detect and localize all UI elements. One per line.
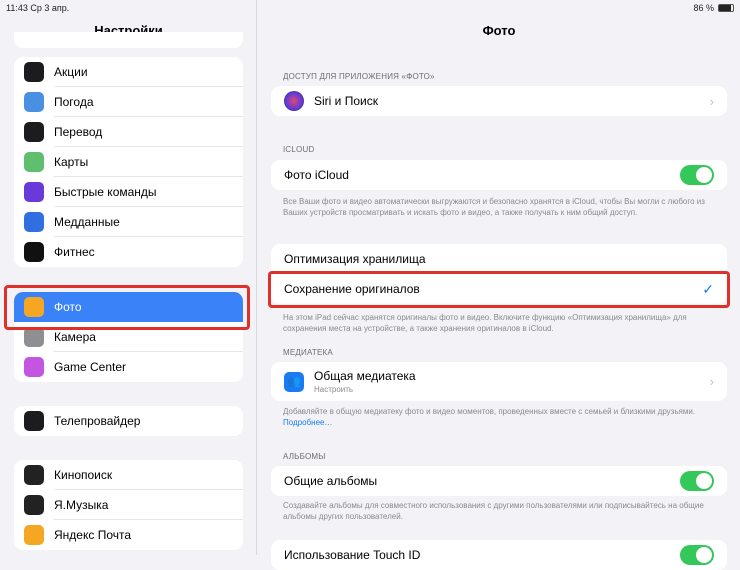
sidebar-item-weather[interactable]: Погода [14, 87, 243, 117]
shared-albums-toggle[interactable] [680, 471, 714, 491]
sidebar-item-kinopoisk[interactable]: Кинопоиск [14, 460, 243, 490]
shared-library-row[interactable]: 👥 Общая медиатека Настроить › [271, 362, 727, 401]
chevron-right-icon: › [710, 94, 714, 109]
fitness-icon [24, 242, 44, 262]
section-header-albums: АЛЬБОМЫ [283, 452, 326, 461]
partial-row [14, 32, 243, 48]
sidebar-item-label: Акции [54, 57, 243, 87]
siri-search-row[interactable]: Siri и Поиск › [271, 86, 727, 116]
shared-albums-label: Общие альбомы [284, 474, 377, 488]
sidebar-item-fitness[interactable]: Фитнес [14, 237, 243, 267]
tv-provider-icon [24, 411, 44, 431]
library-footer: Добавляйте в общую медиатеку фото и виде… [283, 407, 695, 416]
touch-id-label: Использование Touch ID [284, 548, 420, 562]
translate-icon [24, 122, 44, 142]
sidebar-group: Телепровайдер [14, 406, 243, 436]
sidebar-group: АкцииПогодаПереводКартыБыстрые командыМе… [14, 57, 243, 267]
sidebar: Настройки АкцииПогодаПереводКартыБыстрые… [0, 0, 257, 555]
yandex-music-icon [24, 495, 44, 515]
sidebar-item-maps[interactable]: Карты [14, 147, 243, 177]
icloud-photos-toggle[interactable] [680, 165, 714, 185]
kinopoisk-icon [24, 465, 44, 485]
section-header-access: ДОСТУП ДЛЯ ПРИЛОЖЕНИЯ «ФОТО» [283, 72, 435, 81]
stocks-icon [24, 62, 44, 82]
status-time: 11:43 Ср 3 апр. [6, 3, 69, 13]
status-time-value: 11:43 [6, 3, 28, 13]
yandex-mail-icon [24, 525, 44, 545]
sidebar-item-health-data[interactable]: Медданные [14, 207, 243, 237]
shared-albums-row: Общие альбомы [271, 466, 727, 496]
sidebar-item-yandex-music[interactable]: Я.Музыка [14, 490, 243, 520]
icloud-footer: Все Ваши фото и видео автоматически выгр… [283, 196, 713, 218]
highlight-box [4, 285, 250, 330]
sidebar-group: КинопоискЯ.МузыкаЯндекс Почта [14, 460, 243, 550]
sidebar-item-label: Фитнес [54, 237, 243, 267]
sidebar-item-label: Кинопоиск [54, 460, 243, 490]
health-data-icon [24, 212, 44, 232]
learn-more-link[interactable]: Подробнее… [283, 418, 333, 427]
sidebar-item-label: Я.Музыка [54, 490, 243, 520]
optimize-storage-option[interactable]: Оптимизация хранилища [271, 244, 727, 274]
sidebar-item-stocks[interactable]: Акции [14, 57, 243, 87]
weather-icon [24, 92, 44, 112]
sidebar-item-label: Яндекс Почта [54, 520, 243, 550]
status-date: Ср 3 апр. [30, 3, 69, 13]
sidebar-item-yandex-mail[interactable]: Яндекс Почта [14, 520, 243, 550]
sidebar-item-game-center[interactable]: Game Center [14, 352, 243, 382]
section-header-library: МЕДИАТЕКА [283, 348, 333, 357]
chevron-right-icon: › [710, 374, 714, 389]
sidebar-item-shortcuts[interactable]: Быстрые команды [14, 177, 243, 207]
photos-settings: Фото ДОСТУП ДЛЯ ПРИЛОЖЕНИЯ «ФОТО» Siri и… [258, 0, 740, 555]
icloud-photos-row: Фото iCloud [271, 160, 727, 190]
shared-library-sub: Настроить [314, 385, 416, 394]
shared-library-label: Общая медиатека [314, 369, 416, 383]
storage-footer: На этом iPad сейчас хранятся оригиналы ф… [283, 312, 713, 334]
camera-icon [24, 327, 44, 347]
siri-icon [284, 91, 304, 111]
sidebar-item-label: Game Center [54, 352, 243, 382]
sidebar-item-label: Телепровайдер [54, 406, 243, 436]
shortcuts-icon [24, 182, 44, 202]
siri-label: Siri и Поиск [314, 94, 378, 108]
sidebar-item-translate[interactable]: Перевод [14, 117, 243, 147]
highlight-box [268, 271, 730, 308]
sidebar-item-label: Быстрые команды [54, 177, 243, 207]
albums-footer: Создавайте альбомы для совместного испол… [283, 500, 713, 522]
icloud-photos-label: Фото iCloud [284, 168, 349, 182]
sidebar-item-label: Перевод [54, 117, 243, 147]
battery-icon [718, 4, 734, 12]
game-center-icon [24, 357, 44, 377]
page-title: Фото [258, 23, 740, 38]
maps-icon [24, 152, 44, 172]
touch-id-toggle[interactable] [680, 545, 714, 565]
section-header-icloud: ICLOUD [283, 145, 314, 154]
battery-level: 86 % [693, 3, 714, 13]
sidebar-item-label: Погода [54, 87, 243, 117]
sidebar-item-tv-provider[interactable]: Телепровайдер [14, 406, 243, 436]
sidebar-item-label: Карты [54, 147, 243, 177]
sidebar-item-label: Медданные [54, 207, 243, 237]
shared-library-icon: 👥 [284, 372, 304, 392]
touch-id-row: Использование Touch ID [271, 540, 727, 570]
optimize-label: Оптимизация хранилища [284, 252, 426, 266]
